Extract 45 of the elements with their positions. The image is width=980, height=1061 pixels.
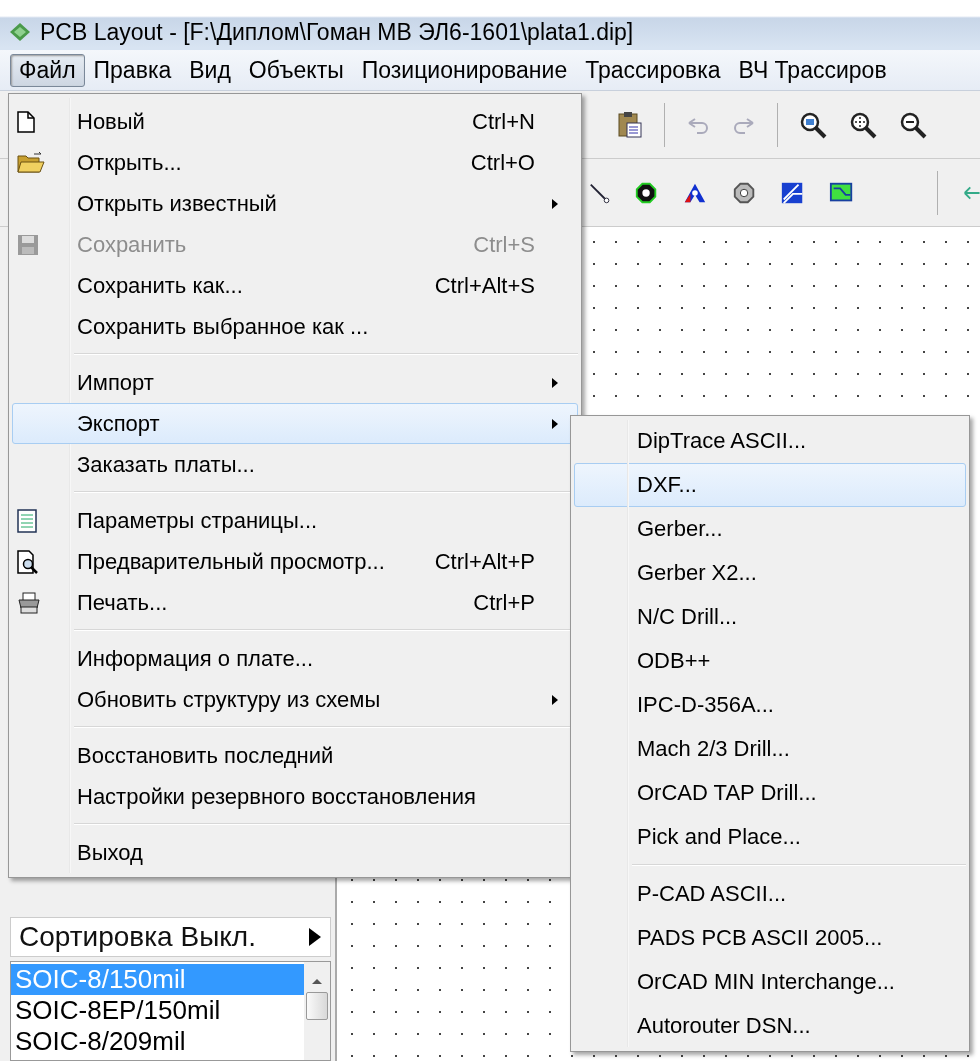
menu-bar-item[interactable]: Позиционирование (352, 53, 577, 87)
submenu-arrow-icon (551, 376, 559, 389)
menu-item[interactable]: Pick and Place... (574, 815, 966, 859)
menu-item[interactable]: Новый Ctrl+N (12, 101, 578, 142)
folder-icon (17, 151, 45, 174)
menu-item[interactable]: PADS PCB ASCII 2005... (574, 916, 966, 960)
menu-item[interactable]: Открыть известный (12, 183, 578, 224)
menu-item[interactable]: Gerber... (574, 507, 966, 551)
submenu-arrow-icon (551, 693, 559, 706)
printer-icon (17, 591, 41, 614)
new-page-icon (17, 110, 35, 133)
menu-bar-item[interactable]: ВЧ Трассиров (729, 53, 896, 87)
menu-item[interactable]: Сохранить как... Ctrl+Alt+S (12, 265, 578, 306)
submenu-arrow-icon (551, 417, 559, 430)
menu-item[interactable]: Экспорт (12, 403, 578, 444)
pattern-list-item[interactable]: SOIC-8EP/150mil (11, 995, 304, 1026)
menu-item[interactable]: Mach 2/3 Drill... (574, 727, 966, 771)
scroll-thumb[interactable] (306, 992, 328, 1020)
submenu-arrow-icon (551, 197, 559, 210)
menu-item[interactable]: DXF... (574, 463, 966, 507)
submenu-arrow-icon (308, 927, 322, 947)
menu-bar-item[interactable]: Вид (180, 53, 240, 87)
scroll-up-icon[interactable] (310, 976, 324, 986)
page-setup-icon (17, 508, 37, 533)
menu-bar-item[interactable]: Правка (84, 53, 181, 87)
menu-item[interactable]: Импорт (12, 362, 578, 403)
menu-item[interactable]: Сохранить выбранное как ... (12, 306, 578, 347)
app-logo-icon (8, 22, 32, 42)
scrollbar[interactable] (304, 962, 330, 1060)
menu-item[interactable]: N/C Drill... (574, 595, 966, 639)
menu-item[interactable]: OrCAD MIN Interchange... (574, 960, 966, 1004)
menu-item[interactable]: ODB++ (574, 639, 966, 683)
menu-item[interactable]: Autorouter DSN... (574, 1004, 966, 1048)
sort-button[interactable]: Сортировка Выкл. (10, 917, 331, 957)
menu-item[interactable]: OrCAD TAP Drill... (574, 771, 966, 815)
menu-item[interactable]: Открыть... Ctrl+O (12, 142, 578, 183)
window-title: PCB Layout - [F:\Диплом\Гоман МВ ЭЛ6-1601\plata1.dip] (40, 18, 634, 46)
menu-item[interactable]: P-CAD ASCII... (574, 872, 966, 916)
menu-bar-item[interactable]: Объекты (239, 53, 353, 87)
menu-item[interactable]: IPC-D-356A... (574, 683, 966, 727)
menu-bar-item[interactable]: Трассировка (576, 53, 730, 87)
menu-item[interactable]: Gerber X2... (574, 551, 966, 595)
menu-bar-item[interactable]: Файл (10, 53, 85, 87)
pattern-list-item[interactable]: SOIC-8/209mil (11, 1026, 304, 1057)
print-preview-icon (17, 549, 39, 574)
